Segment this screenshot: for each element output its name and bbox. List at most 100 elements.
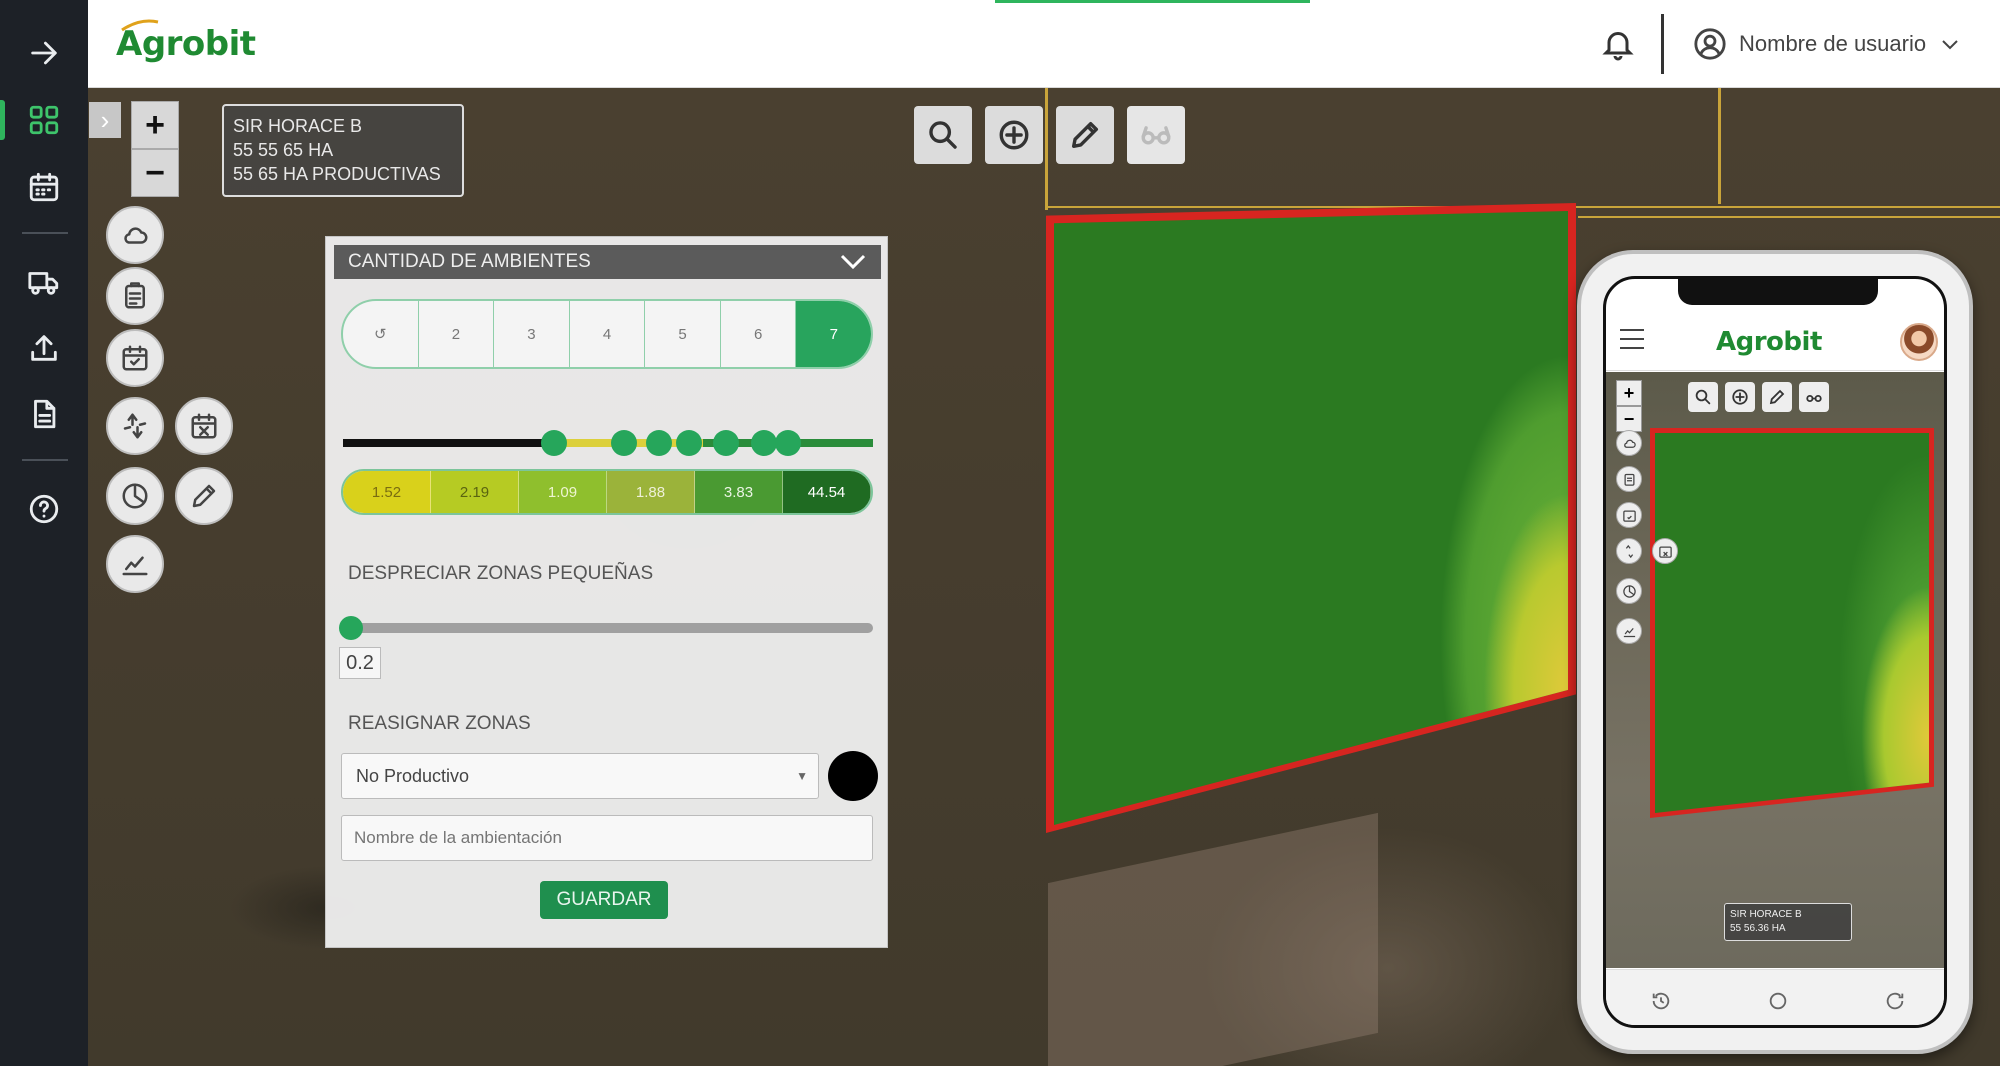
line-chart-icon (122, 556, 148, 576)
circle-icon (1769, 992, 1787, 1010)
calendar-x-icon (1658, 546, 1672, 558)
phone-ambients-button[interactable] (1616, 578, 1642, 604)
loading-bar (995, 0, 1310, 3)
avatar[interactable] (1900, 323, 1938, 361)
chevron-down-icon (840, 254, 866, 270)
field-ambient-zones (1054, 211, 1568, 825)
sidebar-item-logistics[interactable] (0, 254, 88, 310)
phone-mockup: Agrobit + − SIR HORACE B 55 56.36 HA (1577, 250, 1973, 1054)
caret-down-icon: ▼ (796, 769, 808, 783)
calendar-x-tool-button[interactable] (175, 397, 233, 455)
cloud-sun-icon (1623, 439, 1636, 448)
phone-map[interactable]: + − SIR HORACE B 55 56.36 HA (1606, 372, 1944, 968)
sidebar-item-dashboard[interactable] (0, 92, 88, 148)
zone-color-picker[interactable] (828, 751, 878, 801)
sidebar-item-calendar[interactable] (0, 159, 88, 215)
weather-tool-button[interactable] (106, 206, 164, 264)
glasses-icon (1806, 394, 1822, 403)
field-productive-area: 55 65 HA PRODUCTIVAS (233, 164, 441, 184)
notifications-button[interactable] (1600, 26, 1636, 62)
ambientes-option-5[interactable]: 5 (645, 301, 721, 367)
field-info-box: SIR HORACE B 55 55 65 HA 55 65 HA PRODUC… (222, 104, 464, 197)
hamburger-menu-icon[interactable] (1620, 329, 1644, 351)
ambientes-option-4[interactable]: 4 (570, 301, 646, 367)
rotation-tool-button[interactable] (106, 397, 164, 455)
expand-sidebar-button[interactable] (0, 25, 88, 81)
clipboard-icon (125, 282, 145, 309)
chevron-right-icon: › (100, 104, 110, 135)
parcel-boundary (1045, 88, 1048, 210)
cloud-sun-icon (124, 227, 148, 244)
zoom-in-button[interactable]: + (131, 101, 179, 149)
history-icon (1652, 992, 1670, 1010)
user-name: Nombre de usuario (1739, 31, 1927, 56)
ambientes-option-2[interactable]: 2 (419, 301, 495, 367)
phone-notes-button[interactable] (1616, 466, 1642, 492)
notes-tool-button[interactable] (106, 267, 164, 325)
sidebar-item-reports[interactable] (0, 386, 88, 442)
phone-analytics-button[interactable] (1616, 618, 1642, 644)
add-tool-button[interactable] (985, 106, 1043, 164)
recent-apps-button[interactable] (1650, 990, 1672, 1012)
phone-search-button[interactable] (1688, 382, 1718, 412)
recycle-icon (1625, 544, 1633, 558)
brand-logo[interactable]: Agrobit (116, 19, 256, 64)
phone-zoom-in-button[interactable]: + (1616, 380, 1642, 406)
threshold-handle[interactable] (775, 430, 801, 456)
phone-calendar-x-button[interactable] (1652, 538, 1678, 564)
threshold-handle[interactable] (751, 430, 777, 456)
sidebar-divider (22, 459, 68, 461)
analytics-tool-button[interactable] (106, 535, 164, 593)
phone-rotation-button[interactable] (1616, 538, 1642, 564)
home-button[interactable] (1767, 990, 1789, 1012)
edit-tool-button[interactable] (175, 467, 233, 525)
ambientacion-name-input[interactable] (341, 815, 873, 861)
threshold-handle[interactable] (676, 430, 702, 456)
selected-field-polygon[interactable] (1046, 203, 1576, 833)
zone-value: 1.09 (519, 471, 607, 513)
zoom-out-button[interactable]: − (131, 149, 179, 197)
ambientes-option-6[interactable]: 6 (721, 301, 797, 367)
threshold-handle[interactable] (646, 430, 672, 456)
phone-zoom-out-button[interactable]: − (1616, 406, 1642, 432)
phone-tasks-button[interactable] (1616, 502, 1642, 528)
pie-chart-icon (1622, 584, 1636, 598)
threshold-handle[interactable] (611, 430, 637, 456)
pencil-icon (1071, 121, 1099, 149)
threshold-handle[interactable] (713, 430, 739, 456)
ambientes-count-selector: ↺ 2 3 4 5 6 7 (341, 299, 873, 369)
ambientes-option-7[interactable]: 7 (796, 301, 871, 367)
sidebar-item-help[interactable] (0, 481, 88, 537)
search-tool-button[interactable] (914, 106, 972, 164)
reassign-zones-label: REASIGNAR ZONAS (348, 713, 531, 734)
bell-icon (1602, 32, 1634, 61)
reassign-zone-select[interactable]: No Productivo ▼ (341, 753, 819, 799)
phone-view-button[interactable] (1799, 382, 1829, 412)
phone-add-button[interactable] (1725, 382, 1755, 412)
refresh-button[interactable] (1884, 990, 1906, 1012)
phone-header: Agrobit (1606, 315, 1944, 371)
left-sidebar (0, 0, 88, 1066)
tasks-tool-button[interactable] (106, 329, 164, 387)
slider-handle[interactable] (339, 616, 363, 640)
collapse-panel-button[interactable]: › (89, 102, 121, 138)
phone-weather-button[interactable] (1616, 430, 1642, 456)
dashboard-grid-icon (29, 105, 59, 135)
reset-option[interactable]: ↺ (343, 301, 419, 367)
line-chart-icon (1623, 627, 1635, 637)
view-tool-button[interactable] (1127, 106, 1185, 164)
zone-threshold-slider[interactable] (343, 430, 873, 456)
draw-tool-button[interactable] (1056, 106, 1114, 164)
small-zones-slider[interactable] (339, 616, 873, 640)
phone-draw-button[interactable] (1762, 382, 1792, 412)
user-menu[interactable]: Nombre de usuario (1693, 26, 1962, 62)
ambients-tool-button[interactable] (106, 467, 164, 525)
parcel-boundary (1718, 88, 1721, 204)
phone-field-info-box: SIR HORACE B 55 56.36 HA (1724, 903, 1852, 941)
ambientes-option-3[interactable]: 3 (494, 301, 570, 367)
sidebar-item-upload[interactable] (0, 320, 88, 376)
phone-field-zones (1655, 433, 1929, 813)
threshold-handle[interactable] (541, 430, 567, 456)
panel-header[interactable]: CANTIDAD DE AMBIENTES (334, 245, 881, 279)
save-button[interactable]: GUARDAR (540, 881, 668, 919)
